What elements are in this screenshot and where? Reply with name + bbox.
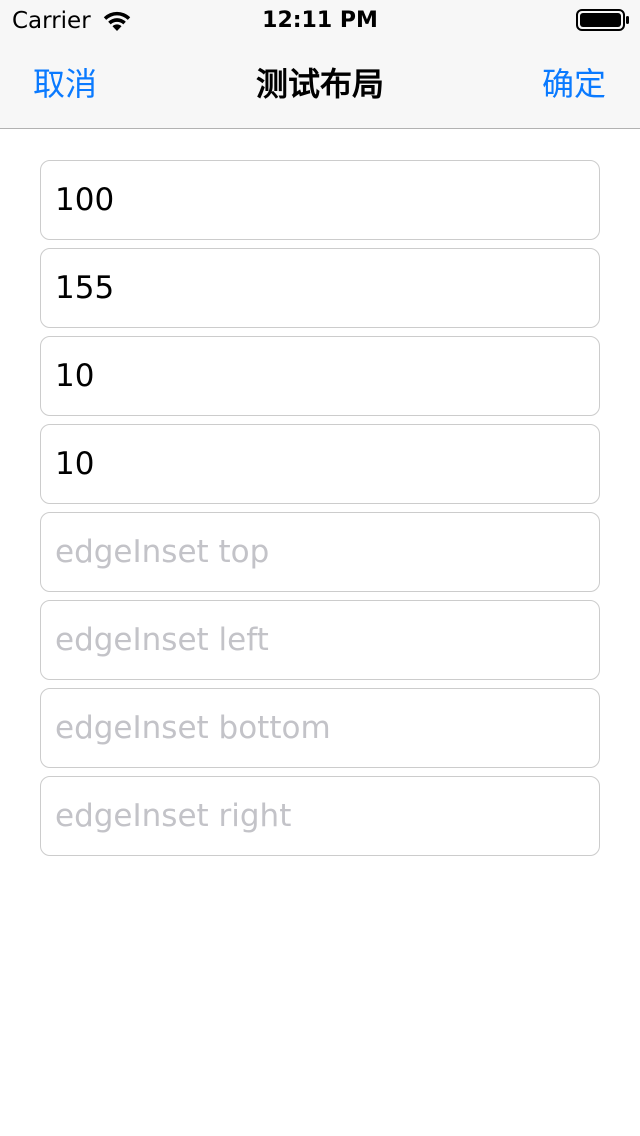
confirm-button[interactable]: 确定 <box>542 64 606 104</box>
layout-field-4[interactable] <box>40 424 600 504</box>
edge-inset-right-field[interactable] <box>40 776 600 856</box>
battery-icon <box>576 9 629 31</box>
layout-field-1[interactable] <box>40 160 600 240</box>
layout-form <box>40 160 600 864</box>
edge-inset-top-field[interactable] <box>40 512 600 592</box>
edge-inset-left-field[interactable] <box>40 600 600 680</box>
edge-inset-bottom-field[interactable] <box>40 688 600 768</box>
status-bar: Carrier 12:11 PM <box>0 0 640 40</box>
navigation-bar: 取消 测试布局 确定 <box>0 40 640 129</box>
layout-field-2[interactable] <box>40 248 600 328</box>
status-time: 12:11 PM <box>262 8 378 33</box>
layout-field-3[interactable] <box>40 336 600 416</box>
